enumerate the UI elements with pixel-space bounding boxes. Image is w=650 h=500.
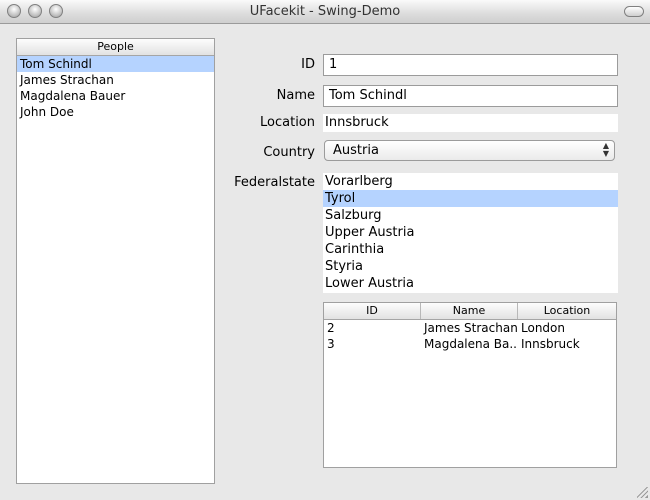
table-row[interactable]: 3 Magdalena Ba... Innsbruck xyxy=(324,336,616,352)
friends-table[interactable]: ID Name Location 2 James Strachan London… xyxy=(323,302,617,468)
federalstate-item[interactable]: Vorarlberg xyxy=(323,173,618,190)
federalstate-item[interactable]: Styria xyxy=(323,258,618,275)
location-label: Location xyxy=(260,115,315,130)
federalstate-label: Federalstate xyxy=(234,175,315,190)
country-label: Country xyxy=(263,145,315,160)
column-header-name[interactable]: Name xyxy=(421,303,518,319)
window-title: UFacekit - Swing-Demo xyxy=(249,4,401,19)
table-row[interactable]: 2 James Strachan London xyxy=(324,320,616,336)
federalstate-item[interactable]: Upper Austria xyxy=(323,224,618,241)
people-list-item[interactable]: Magdalena Bauer xyxy=(17,88,214,104)
column-header-id[interactable]: ID xyxy=(324,303,421,319)
federalstate-item[interactable]: Carinthia xyxy=(323,241,618,258)
cell-location: London xyxy=(521,321,565,335)
people-list-item[interactable]: John Doe xyxy=(17,104,214,120)
app-window: UFacekit - Swing-Demo People Tom Schindl… xyxy=(0,0,650,500)
toolbar-toggle-icon[interactable] xyxy=(624,6,644,17)
cell-name: Magdalena Ba... xyxy=(424,337,518,351)
id-field[interactable]: 1 xyxy=(323,54,618,76)
column-header-location[interactable]: Location xyxy=(518,303,616,319)
title-bar: UFacekit - Swing-Demo xyxy=(0,0,650,24)
name-field[interactable]: Tom Schindl xyxy=(323,85,618,107)
people-list-item[interactable]: Tom Schindl xyxy=(17,56,214,72)
table-header: ID Name Location xyxy=(324,303,616,320)
people-list-item[interactable]: James Strachan xyxy=(17,72,214,88)
people-list-header[interactable]: People xyxy=(17,39,214,56)
cell-id: 2 xyxy=(327,321,335,335)
federalstate-item[interactable]: Salzburg xyxy=(323,207,618,224)
id-label: ID xyxy=(301,57,315,72)
updown-arrows-icon: ▲ ▼ xyxy=(602,141,609,158)
cell-id: 3 xyxy=(327,337,335,351)
people-list[interactable]: People Tom Schindl James Strachan Magdal… xyxy=(16,38,215,484)
country-dropdown-value: Austria xyxy=(333,143,379,158)
location-value[interactable]: Innsbruck xyxy=(323,114,618,132)
cell-location: Innsbruck xyxy=(521,337,580,351)
cell-name: James Strachan xyxy=(424,321,518,335)
name-label: Name xyxy=(276,88,315,103)
resize-grip-icon[interactable] xyxy=(637,487,648,498)
federalstate-item[interactable]: Tyrol xyxy=(323,190,618,207)
federalstate-item[interactable]: Lower Austria xyxy=(323,275,618,292)
federalstate-list[interactable]: Vorarlberg Tyrol Salzburg Upper Austria … xyxy=(323,173,618,293)
country-dropdown[interactable]: Austria ▲ ▼ xyxy=(324,140,615,161)
